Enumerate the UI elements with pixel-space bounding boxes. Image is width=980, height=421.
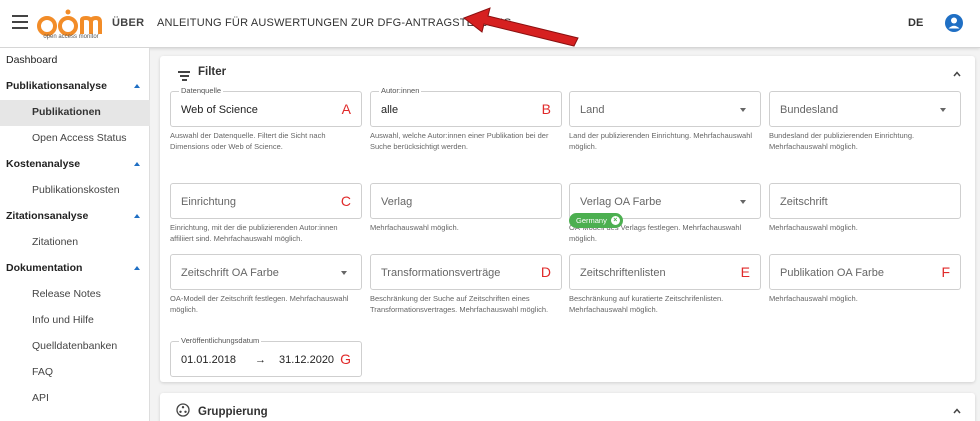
chevron-up-icon[interactable] [953, 70, 961, 78]
autoren-hint: Auswahl, welche Autor:innen einer Publik… [370, 131, 549, 151]
sidebar-section-publikationsanalyse[interactable]: Publikationsanalyse [0, 74, 150, 100]
filter-icon [178, 71, 190, 81]
filter-panel: Filter Datenquelle Web of Science A Ausw… [160, 56, 975, 382]
verlag-input[interactable]: Verlag [370, 183, 562, 219]
dropdown-arrow-icon [940, 108, 946, 112]
bundesland-select[interactable]: Bundesland [769, 91, 961, 127]
logo-subtitle: open access monitor [43, 34, 99, 40]
sidebar-item-dashboard[interactable]: Dashboard [0, 48, 150, 74]
date-arrow-icon: → [255, 354, 266, 366]
sidebar-item-release-notes[interactable]: Release Notes [0, 282, 150, 308]
annotation-letter: A [341, 101, 351, 117]
einrichtung-input[interactable]: Einrichtung C [170, 183, 362, 219]
filter-title: Filter [198, 66, 227, 78]
menu-icon[interactable] [12, 15, 28, 29]
datenquelle-select[interactable]: Datenquelle Web of Science A [170, 86, 362, 127]
close-icon[interactable]: × [610, 216, 620, 225]
dropdown-arrow-icon [740, 108, 746, 112]
language-switch[interactable]: DE [908, 17, 923, 29]
annotation-letter: D [540, 264, 551, 280]
veroeffentlichungsdatum-range[interactable]: Veröffentlichungsdatum 01.01.2018 → 31.1… [170, 336, 362, 377]
sidebar-item-publikationen[interactable]: Publikationen [0, 100, 150, 126]
annotation-letter: E [740, 264, 750, 280]
dropdown-arrow-icon [740, 200, 746, 204]
date-from[interactable]: 01.01.2018 [181, 354, 236, 366]
sidebar-item-faq[interactable]: FAQ [0, 360, 150, 386]
sidebar-section-zitationsanalyse[interactable]: Zitationsanalyse [0, 204, 150, 230]
sidebar-item-api[interactable]: API [0, 386, 150, 412]
zeitschrift-hint: Mehrfachauswahl möglich. [769, 223, 858, 232]
land-hint: Land der publizierenden Einrichtung. Meh… [569, 131, 753, 151]
date-to[interactable]: 31.12.2020 [279, 354, 334, 366]
page-title: ANLEITUNG FÜR AUSWERTUNGEN ZUR DFG-ANTRA… [157, 17, 512, 29]
sidebar-item-quelldatenbanken[interactable]: Quelldatenbanken [0, 334, 150, 360]
grouping-icon [176, 403, 190, 417]
bundesland-hint: Bundesland der publizierenden Einrichtun… [769, 131, 915, 151]
grouping-panel: Gruppierung [160, 393, 975, 421]
sidebar-item-open-access-status[interactable]: Open Access Status [0, 126, 150, 152]
chevron-up-icon [134, 214, 140, 218]
annotation-letter: C [340, 193, 351, 209]
chevron-up-icon[interactable] [953, 407, 961, 415]
annotation-arrow-icon [462, 7, 579, 47]
zeitschrift-input[interactable]: Zeitschrift [769, 183, 961, 219]
zeitschriftenlisten-input[interactable]: Zeitschriftenlisten E [569, 254, 761, 290]
publikation-oa-farbe-input[interactable]: Publikation OA Farbe F [769, 254, 961, 290]
zeitschrift-oa-farbe-select[interactable]: Zeitschrift OA Farbe [170, 254, 362, 290]
zeitschriftenlisten-hint: Beschränkung auf kuratierte Zeitschrifen… [569, 294, 724, 314]
autoren-select[interactable]: Autor:innen alle B [370, 86, 562, 127]
dropdown-arrow-icon [341, 271, 347, 275]
chevron-up-icon [134, 84, 140, 88]
annotation-letter: B [541, 101, 551, 117]
country-chip[interactable]: Germany × [569, 213, 623, 228]
chevron-up-icon [134, 162, 140, 166]
land-select[interactable]: Land [569, 91, 761, 127]
sidebar-item-zitationen[interactable]: Zitationen [0, 230, 150, 256]
transformationsvertraege-input[interactable]: Transformationsverträge D [370, 254, 562, 290]
annotation-letter: F [941, 264, 950, 280]
account-icon[interactable] [944, 13, 964, 33]
grouping-title: Gruppierung [198, 406, 268, 418]
verlag-hint: Mehrfachauswahl möglich. [370, 223, 459, 232]
publikation-oa-farbe-hint: Mehrfachauswahl möglich. [769, 294, 858, 303]
datenquelle-hint: Auswahl der Datenquelle. Filtert die Sic… [170, 131, 326, 151]
einrichtung-hint: Einrichtung, mit der die publizierenden … [170, 223, 338, 243]
transformationsvertraege-hint: Beschränkung der Suche auf Zeitschriften… [370, 294, 549, 314]
sidebar: Dashboard Publikationsanalyse Publikatio… [0, 48, 150, 421]
zeitschrift-oa-farbe-hint: OA-Modell der Zeitschrift festlegen. Meh… [170, 294, 349, 314]
sidebar-item-info-und-hilfe[interactable]: Info und Hilfe [0, 308, 150, 334]
sidebar-section-dokumentation[interactable]: Dokumentation [0, 256, 150, 282]
sidebar-section-kostenanalyse[interactable]: Kostenanalyse [0, 152, 150, 178]
chevron-up-icon [134, 266, 140, 270]
sidebar-item-publikationskosten[interactable]: Publikationskosten [0, 178, 150, 204]
nav-about-link[interactable]: ÜBER [112, 17, 144, 29]
annotation-letter: G [340, 351, 351, 367]
